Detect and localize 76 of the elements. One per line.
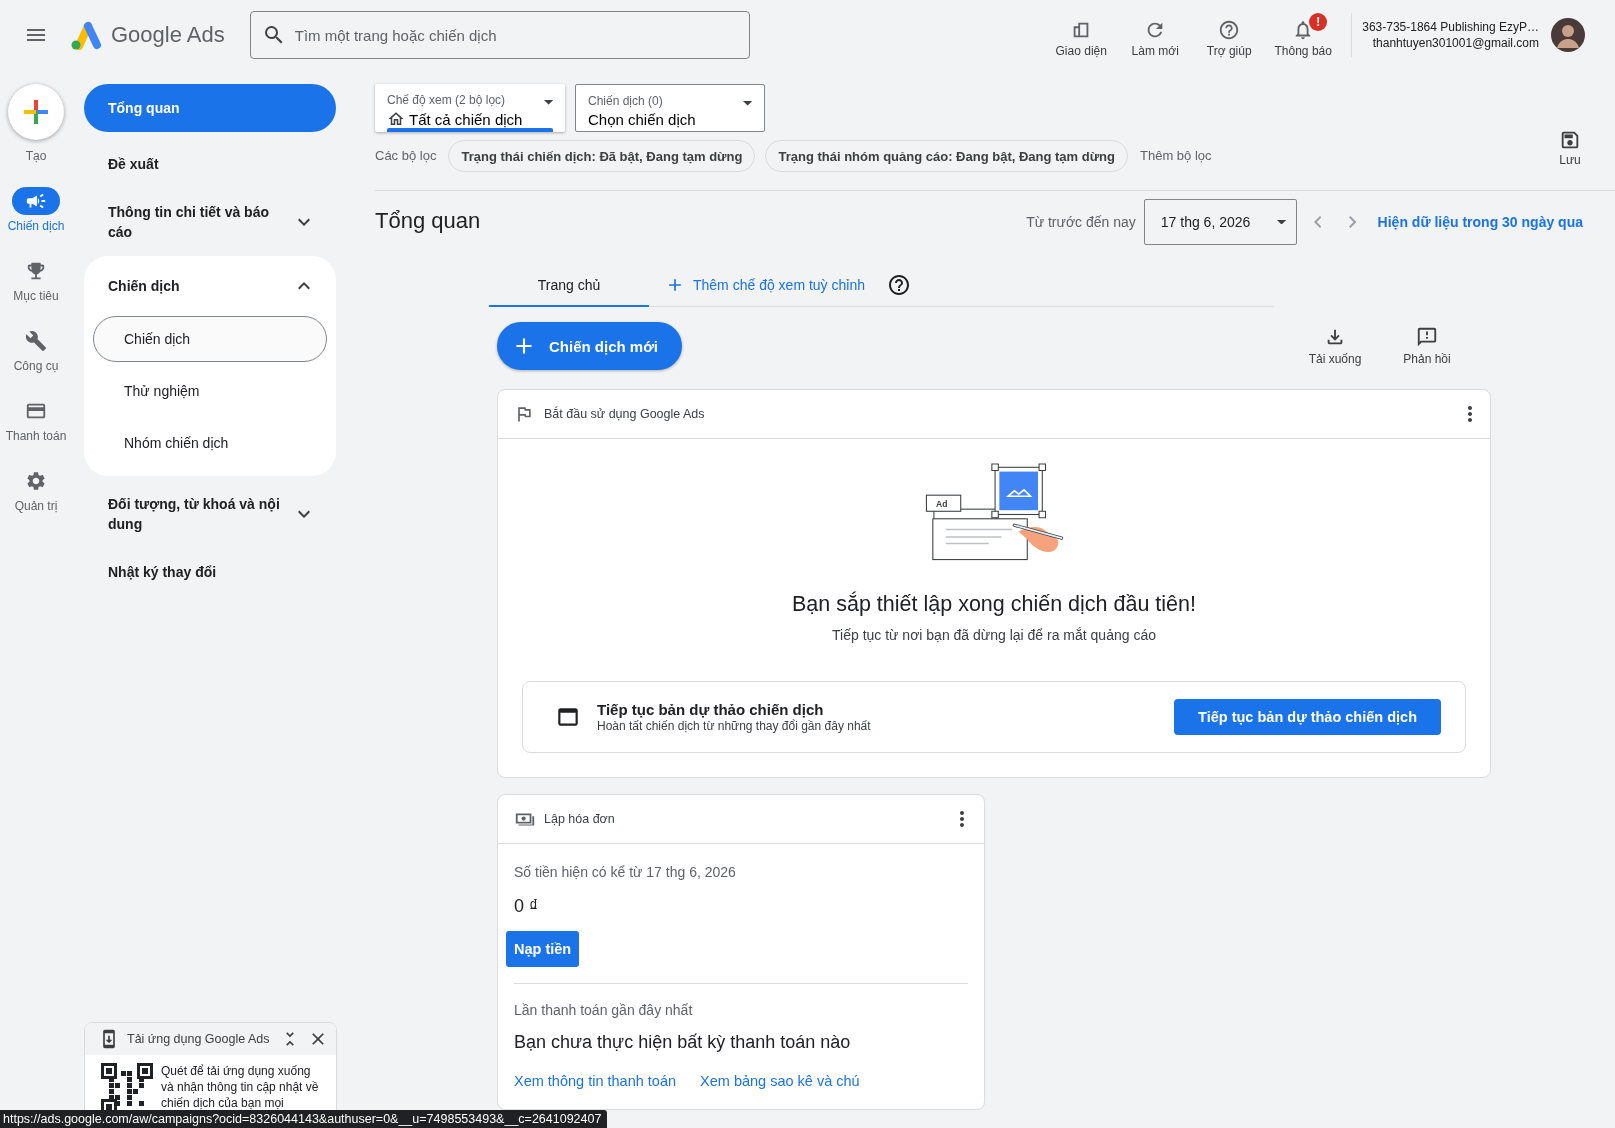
setup-subheading: Tiếp tục từ nơi bạn đã dừng lại để ra mắt quảng cáo: [832, 627, 1156, 643]
balance-label: Số tiền hiện có kể từ 17 thg 6, 2026: [514, 864, 737, 880]
rail-item[interactable]: Quản trị: [0, 467, 72, 513]
nav-item[interactable]: Đối tượng, từ khoá và nội dung: [84, 488, 336, 540]
help-button[interactable]: Trợ giúp: [1193, 12, 1266, 58]
more-icon: [1468, 406, 1472, 422]
draft-description: Hoàn tất chiến dịch từ những thay đổi gần đây nhất: [597, 718, 872, 734]
appearance-button[interactable]: Giao diện: [1045, 12, 1118, 58]
view-selector[interactable]: Chế độ xem (2 bộ lọc) Tất cả chiến dịch: [375, 84, 565, 132]
new-campaign-button[interactable]: Chiến dịch mới: [497, 322, 682, 370]
nav-subitem[interactable]: Chiến dịch: [93, 316, 327, 362]
nav-item[interactable]: Tổng quan: [84, 84, 336, 132]
notification-badge: !: [1309, 12, 1328, 31]
chevron-left-icon: [1313, 216, 1322, 228]
promo-text: Quét để tải ứng dụng xuống và nhận thông tin cập nhật về chiến dịch của bạn mọi: [161, 1063, 320, 1112]
help-icon: [887, 273, 911, 297]
nav-subitem[interactable]: Thử nghiệm: [93, 368, 327, 414]
more-icon: [960, 811, 964, 827]
billing-link[interactable]: Xem thông tin thanh toán: [514, 1073, 677, 1089]
card-title: Bắt đầu sử dụng Google Ads: [544, 407, 706, 421]
feedback-button[interactable]: Phản hồi: [1387, 325, 1467, 367]
chevron-right-icon: [1349, 216, 1357, 228]
refresh-button[interactable]: Làm mới: [1119, 12, 1192, 58]
filter-chip[interactable]: Trạng thái chiến dịch: Đã bật, Đang tạm dừng: [448, 140, 756, 172]
rail-item[interactable]: Chiến dịch: [0, 187, 72, 233]
balance-amount: 0 ₫: [514, 896, 540, 917]
draft-title: Tiếp tục bản dự thảo chiến dịch: [597, 700, 825, 719]
save-icon: [1559, 129, 1581, 151]
account-name: 363-735-1864 Publishing EzyP…: [1362, 19, 1539, 35]
search-field[interactable]: Tìm một trang hoặc chiến dịch: [249, 11, 750, 59]
save-button[interactable]: Lưu: [1553, 128, 1587, 168]
dropdown-arrow-icon: [1276, 219, 1286, 225]
card-title: Lập hóa đơn: [544, 812, 616, 826]
home-icon: [387, 110, 405, 128]
notifications-button[interactable]: Thông báo !: [1267, 12, 1340, 58]
nav-item[interactable]: Thông tin chi tiết và báo cáo: [84, 196, 336, 248]
feedback-icon: [1416, 326, 1438, 348]
nav-item[interactable]: Đề xuất: [84, 140, 336, 188]
nav-item[interactable]: Nhật ký thay đổi: [84, 548, 336, 596]
dropdown-arrow-icon: [742, 101, 752, 106]
wrench-icon: [25, 330, 47, 352]
nav-item[interactable]: Chiến dịch: [84, 262, 336, 310]
filter-chip[interactable]: Trạng thái nhóm quảng cáo: Đang bật, Đang tạm dừng: [765, 140, 1128, 172]
more-options-button[interactable]: [960, 811, 964, 827]
add-funds-button[interactable]: Nạp tiền: [506, 931, 580, 967]
trophy-icon: [25, 260, 47, 282]
ad-label: Ad: [936, 499, 948, 509]
billing-link[interactable]: Xem bảng sao kê và chú: [700, 1073, 860, 1089]
last-payment-label: Lần thanh toán gần đây nhất: [514, 1002, 694, 1018]
rail-item[interactable]: Thanh toán: [0, 397, 72, 443]
account-email: thanhtuyen301001@gmail.com: [1371, 35, 1539, 51]
filters-label: Các bộ lọc: [375, 148, 437, 163]
tab[interactable]: Trang chủ: [489, 264, 649, 307]
promo-title: Tải ứng dụng Google Ads: [127, 1032, 271, 1046]
last-payment-text: Bạn chưa thực hiện bất kỳ thanh toán nào: [514, 1032, 852, 1053]
page-title: Tổng quan: [375, 208, 481, 234]
rail-item[interactable]: Công cụ: [0, 327, 72, 373]
date-range-label: Từ trước đến nay: [1026, 214, 1136, 230]
continue-draft-button[interactable]: Tiếp tục bản dự thảo chiến dịch: [1174, 699, 1441, 735]
campaign-selector[interactable]: Chiến dịch (0) Chọn chiến dịch: [575, 84, 765, 132]
brand-name: Google Ads: [111, 22, 225, 48]
tab[interactable]: Thêm chế độ xem tuỳ chỉnh: [649, 264, 881, 307]
date-picker[interactable]: 17 thg 6, 2026: [1143, 199, 1297, 245]
help-icon: [1218, 18, 1241, 41]
settings-icon: [25, 470, 47, 492]
date-range-link[interactable]: Hiện dữ liệu trong 30 ngày qua: [1377, 214, 1583, 230]
download-button[interactable]: Tải xuống: [1295, 325, 1375, 367]
nav-subitem[interactable]: Nhóm chiến dịch: [93, 420, 327, 466]
more-options-button[interactable]: [1468, 406, 1472, 422]
add-filter-link[interactable]: Thêm bộ lọc: [1140, 148, 1212, 163]
dropdown-arrow-icon: [543, 100, 553, 105]
rail-item[interactable]: Mục tiêu: [0, 257, 72, 303]
status-url: https://ads.google.com/aw/campaigns?ocid=8326044143&authuser=0&__u=7498553493&__c=2641092407: [3, 1112, 602, 1126]
plus-icon: [22, 98, 50, 126]
setup-heading: Bạn sắp thiết lập xong chiến dịch đầu tiên!: [792, 592, 1196, 617]
avatar[interactable]: [1551, 18, 1585, 52]
